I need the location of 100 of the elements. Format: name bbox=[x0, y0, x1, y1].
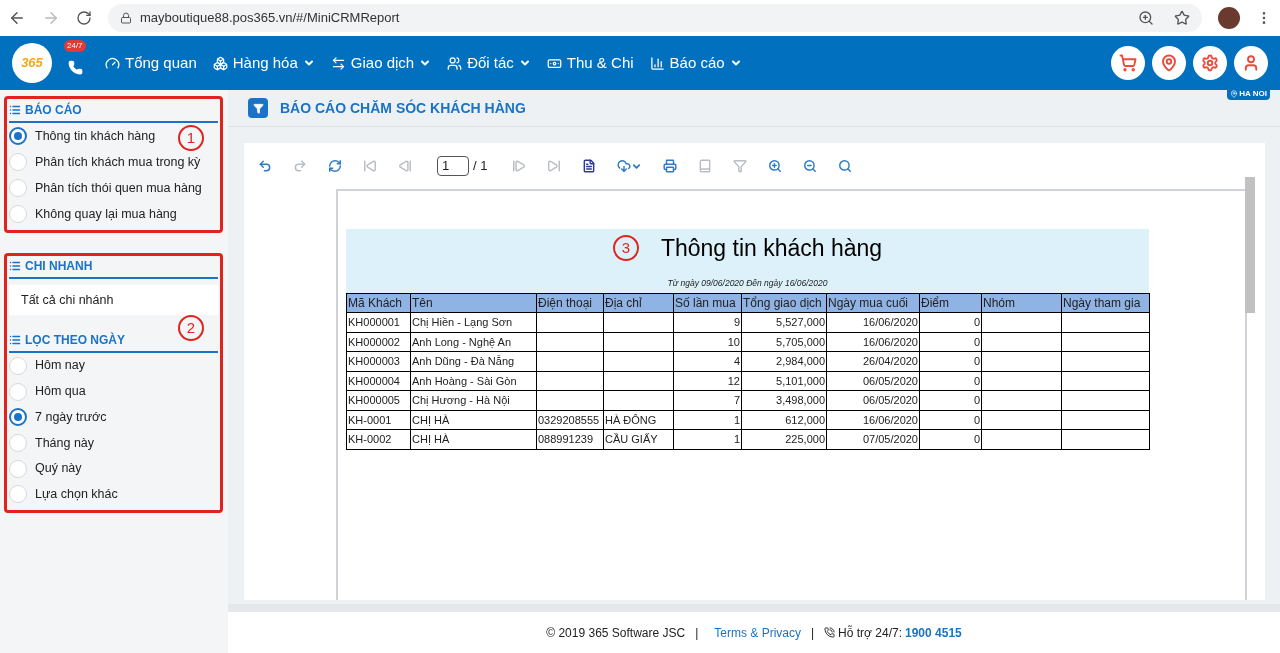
phone-icon[interactable] bbox=[68, 59, 83, 75]
page-number-field[interactable]: 1 bbox=[437, 156, 469, 176]
toolbar-button[interactable] bbox=[838, 159, 853, 173]
header-round-button[interactable] bbox=[1193, 46, 1227, 80]
table-cell: KH-0001 bbox=[346, 410, 411, 430]
table-cell: Chị Hiền - Lạng Sơn bbox=[410, 312, 537, 333]
table-cell: KH000004 bbox=[346, 371, 411, 391]
bookmark-icon[interactable] bbox=[1174, 10, 1190, 26]
annotation-number: 2 bbox=[178, 315, 204, 341]
reload-icon[interactable] bbox=[76, 10, 92, 26]
header-round-button[interactable] bbox=[1234, 46, 1268, 80]
document-icon bbox=[582, 159, 597, 173]
table-cell: 0 bbox=[919, 429, 982, 450]
zoom-in-icon bbox=[768, 159, 783, 173]
toolbar-button[interactable] bbox=[768, 159, 783, 173]
column-header: Ngày tham gia bbox=[1061, 293, 1150, 313]
support-phone-link[interactable]: 1900 4515 bbox=[905, 623, 962, 642]
table-cell: 0329208555 bbox=[536, 410, 604, 430]
table-cell: KH000002 bbox=[346, 332, 411, 352]
nav-menu-item[interactable]: Thu & Chi bbox=[540, 51, 640, 75]
location-pin-icon bbox=[1160, 54, 1178, 72]
url-text: mayboutique88.pos365.vn/#/MiniCRMReport bbox=[140, 9, 401, 28]
column-header: Địa chỉ bbox=[603, 293, 674, 313]
table-cell: KH000003 bbox=[346, 351, 411, 372]
table-cell: CHỊ HÀ bbox=[410, 410, 537, 430]
arrows-icon bbox=[330, 55, 346, 71]
settings-icon bbox=[1201, 54, 1219, 72]
list-icon bbox=[9, 334, 21, 346]
column-header: Tên bbox=[410, 293, 537, 313]
table-cell: KH000001 bbox=[346, 312, 411, 333]
date-option[interactable]: Lựa chọn khác bbox=[9, 481, 118, 508]
date-option[interactable]: Hôm qua bbox=[9, 378, 86, 405]
date-option[interactable]: 7 ngày trước bbox=[9, 404, 107, 431]
report-option[interactable]: Thông tin khách hàng bbox=[9, 123, 156, 149]
section-title: CHI NHANH bbox=[25, 258, 93, 275]
toolbar-button[interactable] bbox=[582, 159, 597, 173]
table-cell: 2,984,000 bbox=[741, 351, 827, 372]
filter-button[interactable] bbox=[248, 98, 268, 118]
profile-avatar[interactable] bbox=[1218, 7, 1240, 29]
column-header: Điện thoại bbox=[536, 293, 604, 313]
report-option[interactable]: Không quay lại mua hàng bbox=[9, 201, 177, 227]
toolbar-button[interactable] bbox=[258, 159, 272, 173]
table-cell: 0 bbox=[919, 312, 982, 333]
filter-icon bbox=[733, 159, 748, 173]
table-cell: CHỊ HÀ bbox=[410, 429, 537, 450]
table-cell: 06/05/2020 bbox=[826, 371, 920, 391]
table-cell: 07/05/2020 bbox=[826, 429, 920, 450]
toolbar-button[interactable] bbox=[803, 159, 818, 173]
column-header: Ngày mua cuối bbox=[826, 293, 920, 313]
table-cell: 0 bbox=[919, 390, 982, 411]
separator: | bbox=[811, 624, 815, 642]
date-option[interactable]: Quý này bbox=[9, 455, 82, 482]
next-page-icon bbox=[512, 159, 527, 173]
table-cell: CẦU GIẤY bbox=[603, 429, 674, 450]
radio-button[interactable] bbox=[9, 127, 27, 145]
date-option[interactable]: Tháng này bbox=[9, 430, 95, 456]
address-bar[interactable]: mayboutique88.pos365.vn/#/MiniCRMReport bbox=[108, 4, 1202, 32]
list-icon bbox=[9, 260, 21, 272]
table-cell: 4 bbox=[673, 351, 742, 372]
cloud-download-icon bbox=[617, 159, 632, 173]
column-header: Điểm bbox=[919, 293, 982, 313]
toolbar-button[interactable] bbox=[328, 159, 342, 173]
table-cell: Anh Long - Nghệ An bbox=[410, 332, 537, 352]
separator: | bbox=[695, 624, 699, 642]
report-option[interactable]: Phân tích thói quen mua hàng bbox=[9, 175, 202, 201]
support-label: Hỗ trợ 24/7: bbox=[838, 624, 902, 642]
nav-menu-item[interactable]: Đối tác bbox=[441, 51, 537, 75]
table-cell: 16/06/2020 bbox=[826, 312, 920, 333]
header-round-button[interactable] bbox=[1111, 46, 1145, 80]
export-button[interactable] bbox=[617, 159, 643, 173]
nav-menu-item[interactable]: Giao dịch bbox=[324, 51, 438, 75]
table-cell: 0 bbox=[919, 332, 982, 352]
table-cell: Chị Hương - Hà Nội bbox=[410, 390, 537, 411]
nav-menu-item[interactable]: Tổng quan bbox=[99, 51, 203, 75]
nav-menu-item[interactable]: Hàng hóa bbox=[206, 51, 321, 75]
table-cell: 225,000 bbox=[741, 429, 827, 450]
user-icon bbox=[1242, 54, 1260, 72]
column-header: Nhóm bbox=[981, 293, 1062, 313]
back-icon[interactable] bbox=[8, 9, 26, 27]
column-header: Tổng giao dịch bbox=[741, 293, 827, 313]
terms-link[interactable]: Terms & Privacy bbox=[714, 623, 801, 642]
table-cell: 12 bbox=[673, 371, 742, 391]
cart-icon bbox=[1119, 54, 1137, 72]
section-title: LỌC THEO NGÀY bbox=[25, 331, 125, 349]
report-title: Thông tin khách hàng bbox=[660, 234, 883, 263]
scrollbar-thumb[interactable] bbox=[1245, 177, 1255, 313]
zoom-out-icon bbox=[803, 159, 818, 173]
filter-icon bbox=[252, 102, 264, 114]
table-cell: 5,527,000 bbox=[741, 312, 827, 333]
date-option[interactable]: Hôm nay bbox=[9, 353, 86, 379]
toolbar-button[interactable] bbox=[663, 159, 678, 173]
header-round-button[interactable] bbox=[1152, 46, 1186, 80]
branch-select[interactable]: Tất cả chi nhánh bbox=[9, 285, 218, 315]
zoom-icon[interactable] bbox=[1138, 10, 1154, 26]
table-cell: 0 bbox=[919, 351, 982, 372]
report-option[interactable]: Phân tích khách mua trong kỳ bbox=[9, 149, 201, 175]
bar-chart-icon bbox=[649, 55, 665, 71]
radio-button[interactable] bbox=[9, 408, 27, 427]
nav-menu-item[interactable]: Báo cáo bbox=[643, 51, 748, 75]
search-icon bbox=[838, 159, 853, 173]
